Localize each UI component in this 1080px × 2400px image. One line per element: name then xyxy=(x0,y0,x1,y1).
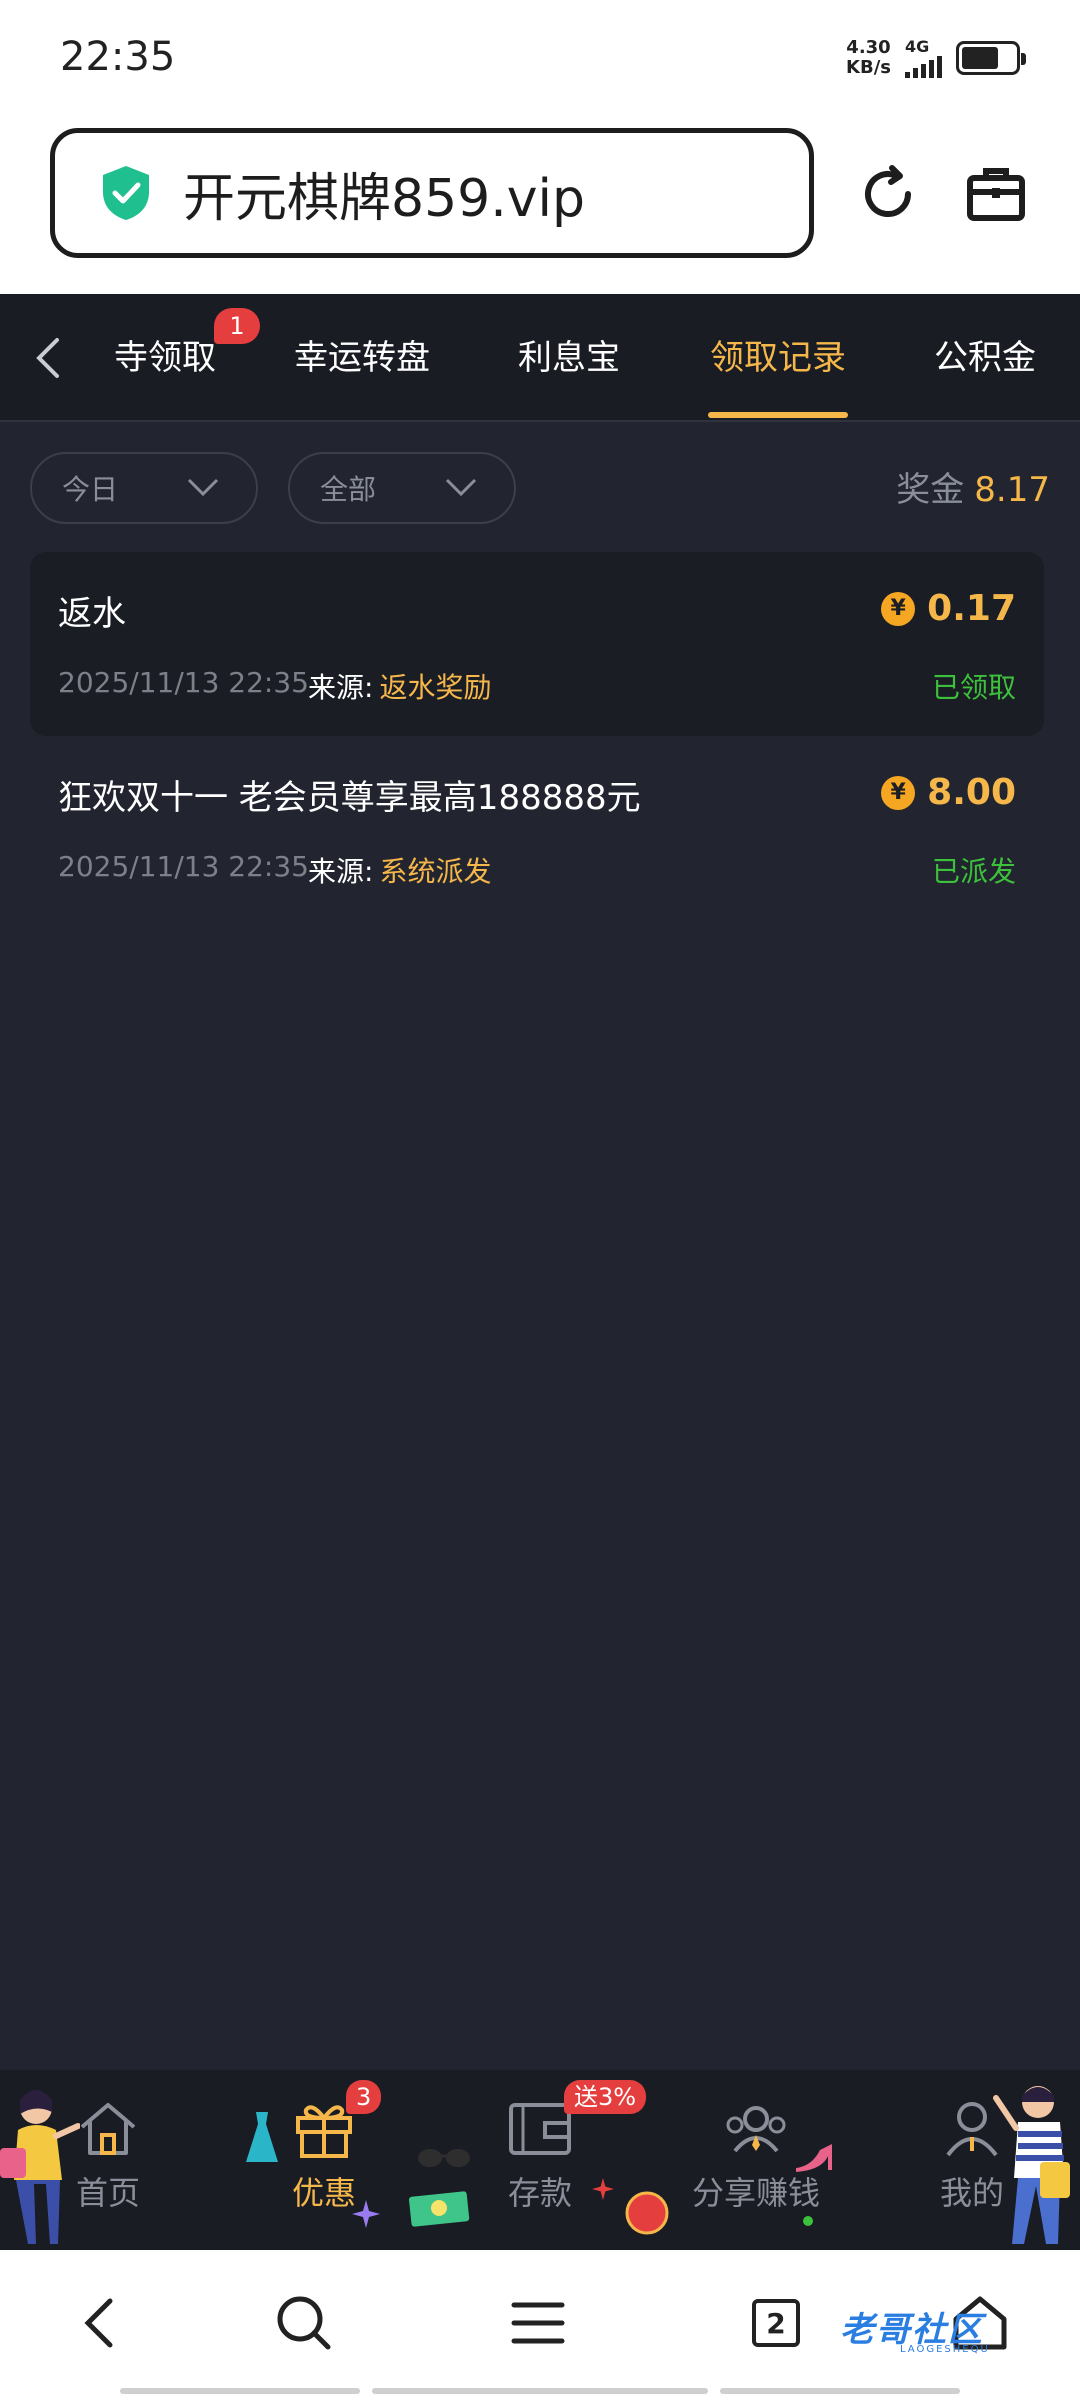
bonus-total: 奖金 8.17 xyxy=(896,470,1050,510)
bottom-nav: 首页 优惠 3 存款 送3% 分享赚钱 我的 xyxy=(0,2070,1080,2250)
record-source: 来源: 系统派发 xyxy=(308,855,492,888)
record-status: 已领取 xyxy=(931,671,1016,704)
share-people-icon xyxy=(721,2096,791,2162)
nav-promotions[interactable]: 优惠 3 xyxy=(216,2070,432,2250)
status-bar: 22:35 4.30 KB/s 4G xyxy=(0,0,1080,118)
menu-icon[interactable] xyxy=(498,2288,578,2358)
watermark-subtext: LAOGESHEQU xyxy=(900,2344,990,2355)
tabs-count-button[interactable]: 2 xyxy=(736,2288,816,2358)
user-icon xyxy=(937,2096,1007,2162)
sunglasses-decoration xyxy=(418,2149,470,2167)
gesture-bar xyxy=(120,2388,360,2394)
tab-claim-records[interactable]: 领取记录 xyxy=(710,330,846,386)
dress-decoration xyxy=(246,2112,278,2162)
record-item: 狂欢双十一 老会员尊享最高188888元 ¥ 8.00 2025/11/13 2… xyxy=(30,736,1044,920)
sparkle-decoration xyxy=(352,2200,380,2228)
green-dot-decoration xyxy=(803,2216,813,2226)
tab-interest[interactable]: 利息宝 xyxy=(518,330,620,386)
record-title: 返水 xyxy=(58,594,126,634)
search-icon[interactable] xyxy=(264,2288,344,2358)
chevron-down-icon xyxy=(445,478,477,497)
tab-pending-claim[interactable]: 寺领取 xyxy=(114,330,216,386)
briefcase-icon[interactable] xyxy=(956,154,1036,234)
battery-icon xyxy=(956,41,1026,75)
coin-icon: ¥ xyxy=(881,591,916,626)
refresh-icon[interactable] xyxy=(848,154,928,234)
url-bar[interactable]: 开元棋牌859.vip xyxy=(50,128,814,258)
record-date: 2025/11/13 22:35 xyxy=(58,850,309,883)
nav-share-earn[interactable]: 分享赚钱 xyxy=(625,2070,864,2250)
gesture-bar xyxy=(372,2388,708,2394)
cash-decoration xyxy=(408,2191,470,2227)
back-arrow-icon[interactable] xyxy=(26,330,70,386)
date-filter-dropdown[interactable]: 今日 xyxy=(30,452,258,524)
record-source: 来源: 返水奖励 xyxy=(308,671,492,704)
home-icon xyxy=(73,2096,143,2162)
nav-badge: 送3% xyxy=(564,2080,647,2114)
app-content: 寺领取 1 幸运转盘 利息宝 领取记录 公积金 今日 全部 奖金 8.17 返水 … xyxy=(0,294,1080,2250)
status-indicators: 4.30 KB/s 4G xyxy=(846,37,1026,78)
status-time: 22:35 xyxy=(60,34,176,80)
coin-icon: ¥ xyxy=(881,775,916,810)
record-amount: ¥ 8.00 xyxy=(881,772,1016,813)
network-speed: 4.30 KB/s xyxy=(846,37,891,78)
nav-deposit[interactable]: 存款 送3% xyxy=(408,2070,648,2250)
nav-home[interactable]: 首页 xyxy=(0,2070,216,2250)
nav-badge: 3 xyxy=(346,2080,382,2114)
system-nav-bar: 2 老哥社区 LAOGESHEQU xyxy=(0,2250,1080,2400)
gesture-bar xyxy=(720,2388,960,2394)
tabs-bar: 寺领取 1 幸运转盘 利息宝 领取记录 公积金 xyxy=(0,294,1080,422)
sale-badge-decoration xyxy=(625,2191,669,2235)
record-item: 返水 ¥ 0.17 2025/11/13 22:35 来源: 返水奖励 已领取 xyxy=(30,552,1044,736)
active-tab-indicator xyxy=(708,412,848,418)
chevron-down-icon xyxy=(187,478,219,497)
tab-lucky-wheel[interactable]: 幸运转盘 xyxy=(294,330,430,386)
record-date: 2025/11/13 22:35 xyxy=(58,666,309,699)
record-status: 已派发 xyxy=(931,855,1016,888)
high-heel-decoration xyxy=(796,2144,832,2172)
browser-bar: 开元棋牌859.vip xyxy=(0,118,1080,294)
browser-back-icon[interactable] xyxy=(60,2288,140,2358)
tab-provident-fund[interactable]: 公积金 xyxy=(934,330,1036,386)
record-title: 狂欢双十一 老会员尊享最高188888元 xyxy=(58,778,641,818)
record-amount: ¥ 0.17 xyxy=(881,588,1016,629)
shield-check-icon xyxy=(103,166,149,220)
tab-badge: 1 xyxy=(214,308,260,344)
nav-profile[interactable]: 我的 xyxy=(864,2070,1080,2250)
sparkle-decoration xyxy=(592,2178,614,2200)
type-filter-dropdown[interactable]: 全部 xyxy=(288,452,516,524)
url-text: 开元棋牌859.vip xyxy=(183,168,586,229)
signal-icon: 4G xyxy=(905,38,942,78)
